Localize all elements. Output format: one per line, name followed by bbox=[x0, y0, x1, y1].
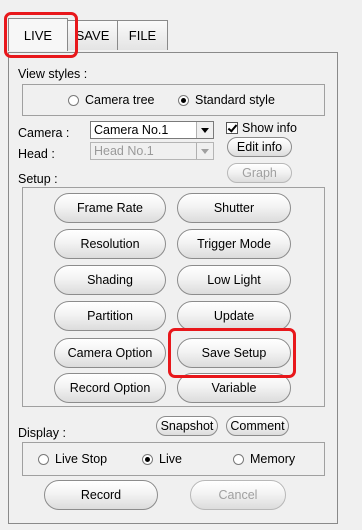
radio-memory[interactable]: Memory bbox=[233, 452, 295, 466]
radio-memory-button[interactable] bbox=[233, 454, 244, 465]
camera-option-label: Camera Option bbox=[67, 346, 153, 360]
radio-camera-tree-label: Camera tree bbox=[85, 93, 155, 107]
save-setup-label: Save Setup bbox=[201, 346, 267, 360]
partition-button[interactable]: Partition bbox=[54, 301, 166, 331]
radio-live-button[interactable] bbox=[142, 454, 153, 465]
camera-label: Camera : bbox=[18, 126, 70, 140]
partition-label: Partition bbox=[87, 309, 133, 323]
comment-button[interactable]: Comment bbox=[226, 416, 289, 436]
resolution-button[interactable]: Resolution bbox=[54, 229, 166, 259]
radio-standard-style-button[interactable] bbox=[178, 95, 189, 106]
show-info-checkbox[interactable]: Show info bbox=[226, 121, 297, 135]
update-label: Update bbox=[213, 309, 255, 323]
tab-save[interactable]: SAVE bbox=[67, 20, 118, 50]
update-button[interactable]: Update bbox=[177, 301, 291, 331]
radio-camera-tree-button[interactable] bbox=[68, 95, 79, 106]
radio-live-stop-label: Live Stop bbox=[55, 452, 108, 466]
trigger-mode-button[interactable]: Trigger Mode bbox=[177, 229, 291, 259]
edit-info-button[interactable]: Edit info bbox=[227, 137, 292, 157]
save-setup-button[interactable]: Save Setup bbox=[177, 338, 291, 368]
head-select-value: Head No.1 bbox=[94, 144, 154, 158]
comment-label: Comment bbox=[230, 419, 285, 433]
chevron-down-icon[interactable] bbox=[196, 143, 213, 159]
radio-live-stop-button[interactable] bbox=[38, 454, 49, 465]
radio-live[interactable]: Live bbox=[142, 452, 182, 466]
cancel-button[interactable]: Cancel bbox=[190, 480, 286, 510]
head-label: Head : bbox=[18, 147, 55, 161]
radio-camera-tree[interactable]: Camera tree bbox=[68, 93, 154, 107]
tab-live[interactable]: LIVE bbox=[8, 18, 68, 51]
record-label: Record bbox=[80, 488, 122, 502]
cancel-label: Cancel bbox=[218, 488, 258, 502]
shutter-button[interactable]: Shutter bbox=[177, 193, 291, 223]
record-option-button[interactable]: Record Option bbox=[54, 373, 166, 403]
setup-label: Setup : bbox=[18, 172, 58, 186]
show-info-check-icon[interactable] bbox=[226, 122, 238, 134]
radio-standard-style-label: Standard style bbox=[195, 93, 275, 107]
view-styles-label: View styles : bbox=[18, 67, 88, 81]
resolution-label: Resolution bbox=[80, 237, 140, 251]
chevron-down-icon[interactable] bbox=[196, 122, 213, 138]
radio-live-label: Live bbox=[159, 452, 182, 466]
tab-save-label: SAVE bbox=[75, 28, 110, 43]
graph-label: Graph bbox=[242, 166, 277, 180]
shading-button[interactable]: Shading bbox=[54, 265, 166, 295]
edit-info-label: Edit info bbox=[236, 140, 283, 154]
low-light-button[interactable]: Low Light bbox=[177, 265, 291, 295]
display-label: Display : bbox=[18, 426, 66, 440]
tab-file-label: FILE bbox=[128, 28, 157, 43]
tab-live-label: LIVE bbox=[23, 27, 53, 43]
tab-file[interactable]: FILE bbox=[117, 20, 168, 50]
show-info-label: Show info bbox=[242, 121, 297, 135]
shading-label: Shading bbox=[87, 273, 133, 287]
camera-select[interactable]: Camera No.1 bbox=[90, 121, 214, 139]
low-light-label: Low Light bbox=[207, 273, 261, 287]
frame-rate-label: Frame Rate bbox=[77, 201, 143, 215]
variable-label: Variable bbox=[211, 381, 257, 395]
camera-option-button[interactable]: Camera Option bbox=[54, 338, 166, 368]
radio-memory-label: Memory bbox=[250, 452, 296, 466]
snapshot-button[interactable]: Snapshot bbox=[156, 416, 218, 436]
frame-rate-button[interactable]: Frame Rate bbox=[54, 193, 166, 223]
shutter-label: Shutter bbox=[213, 201, 255, 215]
head-select[interactable]: Head No.1 bbox=[90, 142, 214, 160]
radio-live-stop[interactable]: Live Stop bbox=[38, 452, 107, 466]
camera-select-value: Camera No.1 bbox=[94, 123, 169, 137]
record-option-label: Record Option bbox=[69, 381, 151, 395]
trigger-mode-label: Trigger Mode bbox=[197, 237, 271, 251]
record-button[interactable]: Record bbox=[44, 480, 158, 510]
variable-button[interactable]: Variable bbox=[177, 373, 291, 403]
radio-standard-style[interactable]: Standard style bbox=[178, 93, 275, 107]
graph-button[interactable]: Graph bbox=[227, 163, 292, 183]
snapshot-label: Snapshot bbox=[160, 419, 214, 433]
